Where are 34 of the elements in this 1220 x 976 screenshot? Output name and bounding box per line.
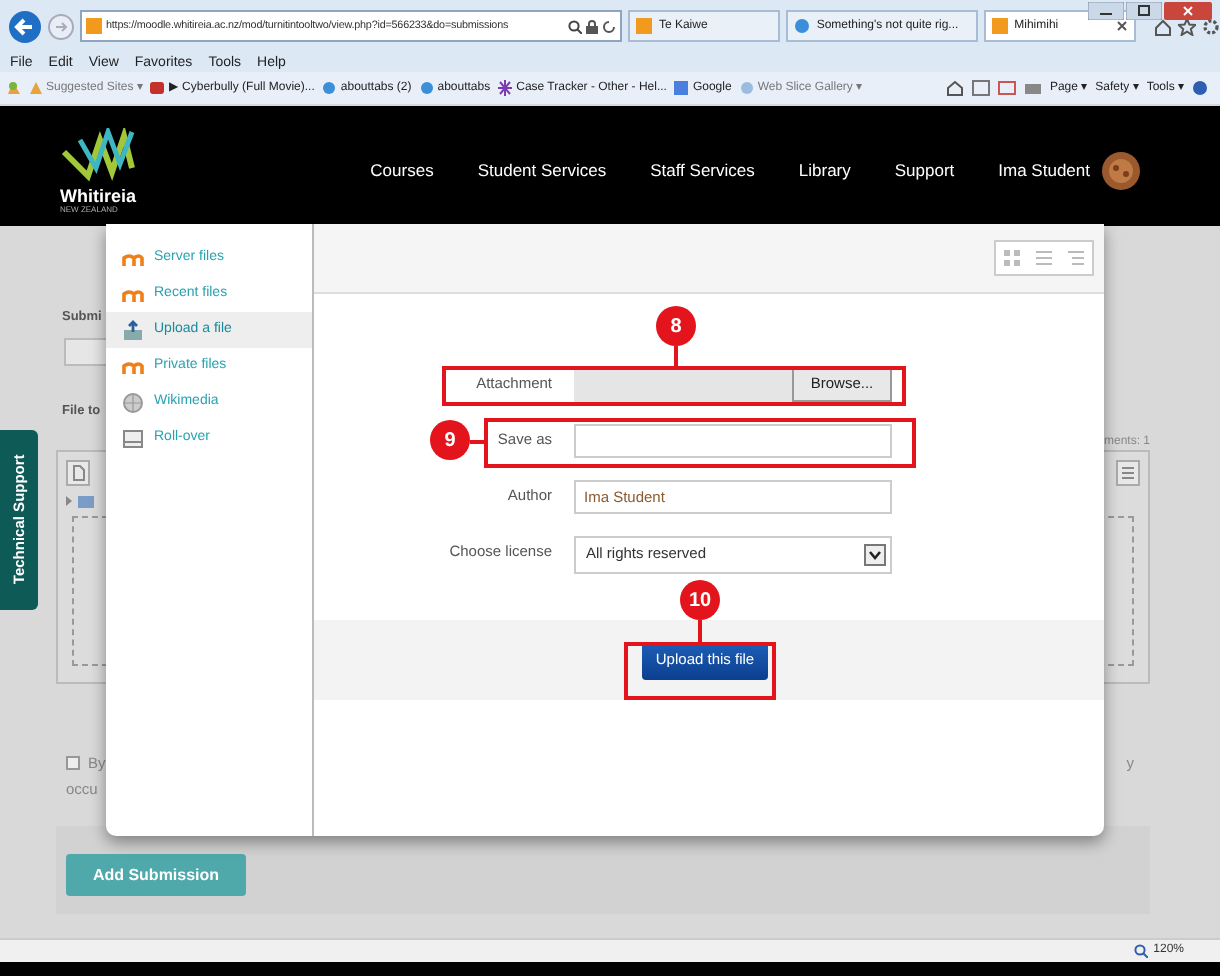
restore-icon[interactable] [1126,2,1162,20]
nav-link[interactable]: Courses [370,158,434,184]
star-icon[interactable] [1178,17,1196,35]
zoom-icon[interactable] [1133,944,1148,958]
asterisk-icon[interactable] [498,80,513,96]
checkbox[interactable] [66,756,80,771]
callout-marker: 10 [680,580,720,620]
forward-icon[interactable] [48,13,74,39]
add-file-icon[interactable] [66,460,90,486]
upload-icon[interactable] [122,319,144,341]
user-avatar [1102,152,1140,190]
nav-link[interactable]: Support [894,158,955,184]
search-icon[interactable] [568,19,583,33]
close-tab-icon[interactable] [1116,20,1128,32]
tray-icon[interactable] [122,427,144,449]
lock-icon[interactable] [586,19,599,33]
minimize-icon[interactable] [1088,2,1124,20]
logo-text: Whitireia [60,188,137,206]
callout-marker: 8 [656,306,696,346]
callout-marker: 9 [430,420,470,460]
list-view-icon[interactable] [1116,460,1140,486]
nav-link[interactable]: Staff Services [650,158,755,184]
close-icon[interactable] [1164,2,1212,20]
home-icon[interactable] [945,80,964,96]
nav-link[interactable]: Student Services [477,158,607,184]
nav-link[interactable]: Library [798,158,851,184]
favorites-icon[interactable] [6,80,20,96]
save-as-input[interactable] [574,423,892,457]
home-icon[interactable] [1154,17,1172,35]
dropdown-icon[interactable] [864,543,886,565]
user-name[interactable]: Ima Student [998,158,1090,184]
settings-icon[interactable] [1202,17,1220,35]
back-icon[interactable] [8,9,42,43]
refresh-icon[interactable] [602,19,617,33]
